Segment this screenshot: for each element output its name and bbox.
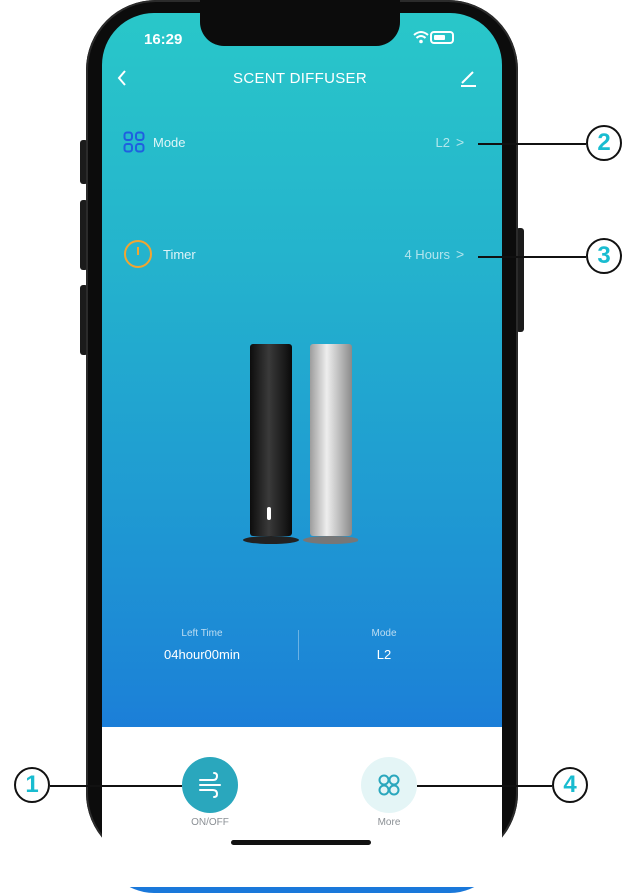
clock-icon — [124, 240, 152, 268]
more-label: More — [377, 817, 401, 828]
callout-line-1 — [50, 785, 182, 787]
onoff-label: ON/OFF — [191, 817, 229, 828]
wifi-icon — [413, 31, 429, 44]
wind-icon — [199, 772, 221, 798]
mode-label: Mode — [153, 135, 186, 150]
back-button[interactable] — [116, 68, 128, 92]
mode-chevron-icon: > — [456, 134, 465, 150]
more-button[interactable] — [361, 757, 417, 813]
chevron-left-icon — [117, 70, 126, 86]
edit-button[interactable] — [458, 68, 478, 93]
notch — [200, 0, 400, 46]
callout-line-2 — [478, 143, 586, 145]
stats-mode-value: L2 — [376, 647, 392, 662]
home-indicator — [231, 840, 371, 845]
left-time-value: 04hour00min — [164, 647, 240, 662]
battery-icon — [430, 31, 454, 44]
callout-1: 1 — [14, 767, 50, 803]
bottom-action-bar — [102, 727, 502, 887]
status-time: 16:29 — [144, 31, 183, 48]
callout-line-4 — [417, 785, 552, 787]
onoff-button[interactable] — [182, 757, 238, 813]
timer-label: Timer — [163, 247, 196, 262]
page-title: SCENT DIFFUSER — [233, 70, 367, 87]
grid-icon — [123, 131, 145, 153]
grid-icon — [378, 774, 400, 796]
timer-value: 4 Hours — [404, 247, 450, 262]
timer-chevron-icon: > — [456, 246, 465, 262]
diffuser-product-image — [243, 344, 358, 544]
callout-3: 3 — [586, 238, 622, 274]
pencil-icon — [461, 71, 476, 87]
callout-2: 2 — [586, 125, 622, 161]
mode-value: L2 — [435, 135, 450, 150]
stats-divider — [298, 630, 299, 660]
stats-mode-label: Mode — [371, 628, 397, 639]
left-time-label: Left Time — [181, 628, 223, 639]
callout-line-3 — [478, 256, 586, 258]
callout-4: 4 — [552, 767, 588, 803]
